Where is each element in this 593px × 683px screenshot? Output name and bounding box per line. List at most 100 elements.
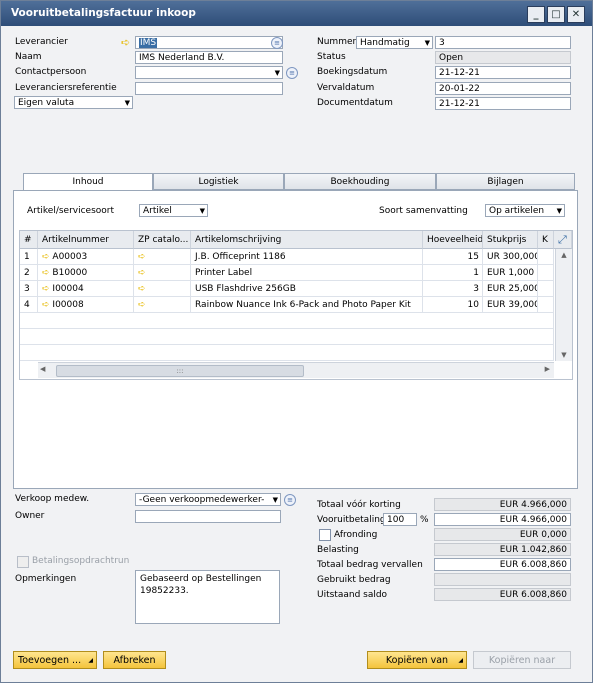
minimize-icon[interactable]: _	[527, 6, 545, 23]
afronding-field: EUR 0,000	[434, 528, 571, 541]
list-icon[interactable]: ≡	[286, 67, 298, 79]
maximize-icon[interactable]: □	[547, 6, 565, 23]
afronding-checkbox[interactable]	[319, 529, 331, 541]
link-arrow-icon[interactable]: ➪	[42, 268, 50, 278]
artikelnummer-value: I00008	[52, 300, 84, 310]
table-cell-hoeveelheid[interactable]: 3	[423, 281, 483, 297]
table-cell-stukprijs[interactable]: EUR 1,000	[483, 265, 538, 281]
nummer-serie-select[interactable]: Handmatig	[356, 36, 433, 49]
vooruitbetaling-pct-field[interactable]: 100	[383, 513, 417, 526]
link-arrow-icon[interactable]: ➪	[42, 252, 50, 262]
list-icon[interactable]: ≡	[284, 494, 296, 506]
link-arrow-icon[interactable]: ➪	[121, 37, 130, 48]
table-cell-stukprijs[interactable]: EUR 39,000	[483, 297, 538, 313]
artikel-servicesoort-select[interactable]: Artikel	[139, 204, 208, 217]
list-icon[interactable]: ≡	[271, 37, 283, 49]
table-cell-artikelnummer[interactable]: ➪ A00003	[38, 249, 134, 265]
column-header-nr[interactable]: #	[20, 231, 38, 249]
column-header-k[interactable]: K	[538, 231, 554, 249]
boekingsdatum-field[interactable]: 21-12-21	[435, 66, 571, 79]
nummer-field[interactable]: 3	[435, 36, 571, 49]
scroll-down-icon[interactable]: ▼	[556, 349, 572, 361]
table-cell-omschrijving[interactable]: Rainbow Nuance Ink 6-Pack and Photo Pape…	[191, 297, 423, 313]
opmerkingen-label: Opmerkingen	[15, 574, 77, 584]
table-row-empty[interactable]	[20, 345, 554, 361]
link-arrow-icon[interactable]: ➪	[134, 297, 191, 313]
leverancier-field[interactable]: IMS	[135, 36, 283, 49]
afronding-label: Afronding	[334, 530, 378, 540]
table-cell-omschrijving[interactable]: J.B. Officeprint 1186	[191, 249, 423, 265]
column-header-zp-catalogus[interactable]: ZP catalo...	[134, 231, 191, 249]
totaal-vervallen-field[interactable]: EUR 6.008,860	[434, 558, 571, 571]
tab-logistiek[interactable]: Logistiek	[153, 173, 284, 190]
column-header-artikelomschrijving[interactable]: Artikelomschrijving	[191, 231, 423, 249]
table-cell-k[interactable]	[538, 249, 554, 265]
table-cell-nr: 4	[20, 297, 38, 313]
link-arrow-icon[interactable]: ➪	[42, 284, 50, 294]
expand-icon[interactable]: ⤢	[554, 231, 572, 249]
verkoop-medew-select[interactable]: -Geen verkoopmedewerker-	[135, 493, 281, 506]
betalingsopdrachtrun-label: Betalingsopdrachtrun	[32, 556, 130, 566]
afbreken-button[interactable]: Afbreken	[103, 651, 166, 669]
kopieren-van-label: Kopiëren van	[385, 655, 449, 666]
totaal-voor-korting-label: Totaal vóór korting	[317, 500, 401, 510]
table-row-empty[interactable]	[20, 329, 554, 345]
table-cell-k[interactable]	[538, 265, 554, 281]
scroll-thumb[interactable]: :::	[56, 365, 304, 377]
table-cell-stukprijs[interactable]: EUR 25,000	[483, 281, 538, 297]
kopieren-naar-button[interactable]: Kopiëren naar	[473, 651, 571, 669]
valuta-select[interactable]: Eigen valuta	[14, 96, 133, 109]
leveranciersreferentie-field[interactable]	[135, 82, 283, 95]
vertical-scrollbar[interactable]: ▲ ▼	[555, 249, 572, 361]
scroll-up-icon[interactable]: ▲	[556, 249, 572, 261]
horizontal-scrollbar[interactable]: ◀ ::: ▶	[38, 362, 554, 378]
contactpersoon-label: Contactpersoon	[15, 67, 87, 77]
belasting-field: EUR 1.042,860	[434, 543, 571, 556]
scroll-right-icon[interactable]: ▶	[545, 365, 550, 373]
table-row-empty[interactable]	[20, 313, 554, 329]
leverancier-label: Leverancier	[15, 37, 68, 47]
toevoegen-button[interactable]: Toevoegen ... ◢	[13, 651, 97, 669]
table-cell-artikelnummer[interactable]: ➪ I00004	[38, 281, 134, 297]
kopieren-van-button[interactable]: Kopiëren van ◢	[367, 651, 467, 669]
table-cell-omschrijving[interactable]: Printer Label	[191, 265, 423, 281]
table-cell-omschrijving[interactable]: USB Flashdrive 256GB	[191, 281, 423, 297]
vooruitbetaling-field[interactable]: EUR 4.966,000	[434, 513, 571, 526]
percent-sign: %	[420, 515, 429, 525]
table-cell-hoeveelheid[interactable]: 15	[423, 249, 483, 265]
table-cell-hoeveelheid[interactable]: 10	[423, 297, 483, 313]
table-cell-nr: 1	[20, 249, 38, 265]
tab-bijlagen[interactable]: Bijlagen	[436, 173, 575, 190]
table-cell-k[interactable]	[538, 281, 554, 297]
table-cell-k[interactable]	[538, 297, 554, 313]
documentdatum-label: Documentdatum	[317, 98, 393, 108]
soort-samenvatting-select[interactable]: Op artikelen	[485, 204, 565, 217]
link-arrow-icon[interactable]: ➪	[134, 249, 191, 265]
opmerkingen-textarea[interactable]: Gebaseerd op Bestellingen 19852233.	[135, 570, 280, 624]
column-header-stukprijs[interactable]: Stukprijs	[483, 231, 538, 249]
uitstaand-saldo-field: EUR 6.008,860	[434, 588, 571, 601]
scroll-left-icon[interactable]: ◀	[40, 365, 45, 373]
table-cell-artikelnummer[interactable]: ➪ I00008	[38, 297, 134, 313]
tab-boekhouding[interactable]: Boekhouding	[284, 173, 436, 190]
column-header-artikelnummer[interactable]: Artikelnummer	[38, 231, 134, 249]
close-icon[interactable]: ✕	[567, 6, 585, 23]
dropdown-arrow-icon: ◢	[88, 657, 93, 664]
vervaldatum-field[interactable]: 20-01-22	[435, 82, 571, 95]
column-header-hoeveelheid[interactable]: Hoeveelheid	[423, 231, 483, 249]
table-cell-hoeveelheid[interactable]: 1	[423, 265, 483, 281]
window: Vooruitbetalingsfactuur inkoop _ □ ✕ Lev…	[0, 0, 593, 683]
link-arrow-icon[interactable]: ➪	[42, 300, 50, 310]
toevoegen-label: Toevoegen ...	[18, 655, 82, 666]
artikel-servicesoort-label: Artikel/servicesoort	[27, 206, 115, 216]
table-cell-stukprijs[interactable]: UR 300,000	[483, 249, 538, 265]
documentdatum-field[interactable]: 21-12-21	[435, 97, 571, 110]
contactpersoon-select[interactable]	[135, 66, 283, 79]
naam-field[interactable]: IMS Nederland B.V.	[135, 51, 283, 64]
nummer-label: Nummer	[317, 37, 357, 47]
table-cell-artikelnummer[interactable]: ➪ B10000	[38, 265, 134, 281]
link-arrow-icon[interactable]: ➪	[134, 265, 191, 281]
owner-field[interactable]	[135, 510, 281, 523]
link-arrow-icon[interactable]: ➪	[134, 281, 191, 297]
soort-samenvatting-label: Soort samenvatting	[379, 206, 468, 216]
